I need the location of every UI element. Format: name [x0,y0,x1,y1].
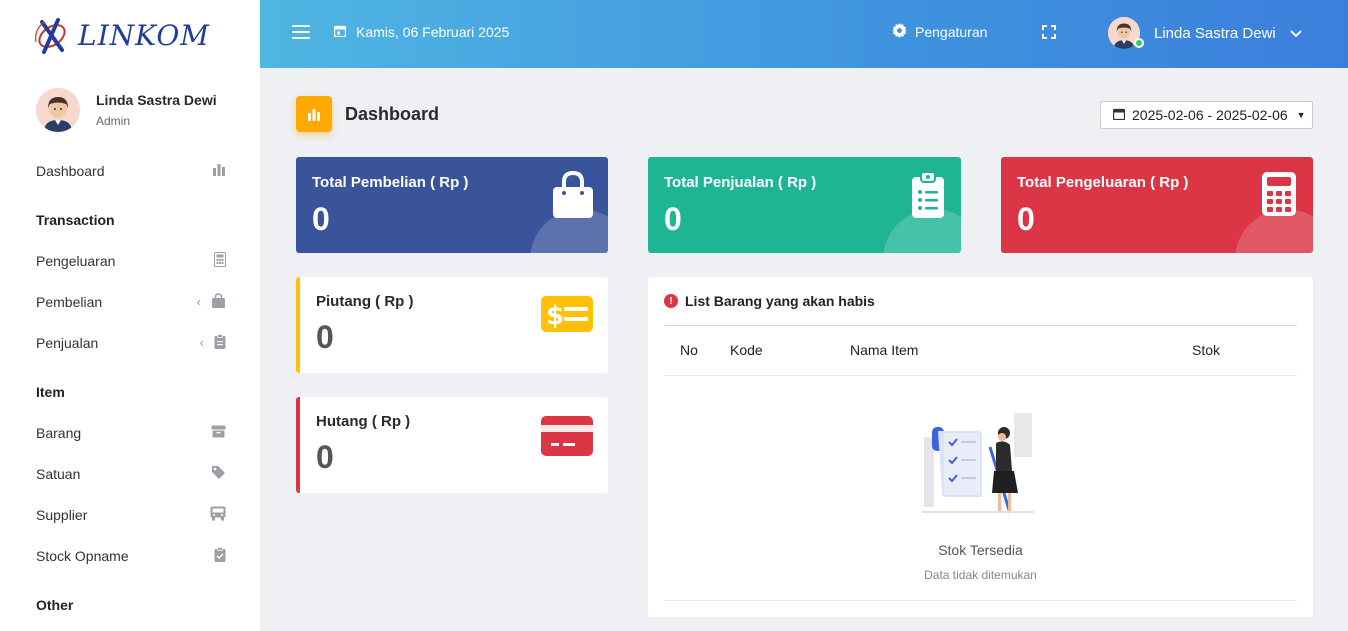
empty-state-subtitle: Data tidak ditemukan [924,568,1037,582]
page-title: Dashboard [345,103,440,124]
clipboard-check-icon [214,546,226,565]
card-value: 0 [1017,201,1035,237]
sidebar-profile: Linda Sastra Dewi Admin [36,88,217,132]
sidebar-item-stock-opname[interactable]: Stock Opname [36,535,226,576]
card-total-pembelian: Total Pembelian ( Rp ) 0 [296,157,608,253]
sidebar-item-supplier[interactable]: Supplier [36,494,226,535]
bar-chart-icon [296,96,332,132]
settings-label: Pengaturan [915,24,988,40]
bar-chart-icon [212,162,226,179]
panel-title-text: List Barang yang akan habis [685,293,875,309]
shopping-bag-icon [552,170,594,224]
profile-name: Linda Sastra Dewi [96,92,217,108]
sidebar-section-other: Other [36,596,74,613]
svg-text:$: $ [546,301,564,331]
calculator-icon [1261,171,1297,222]
box-icon [211,425,226,441]
sidebar-item-satuan[interactable]: Satuan [36,453,226,494]
sidebar-menu: Dashboard Transaction Pengeluaran Pembel… [36,150,226,625]
brand-name: LINKOM [78,18,210,52]
card-label: Total Pengeluaran ( Rp ) [1017,174,1189,191]
sidebar-item-pengeluaran[interactable]: Pengeluaran [36,240,226,281]
column-header-no[interactable]: No [680,342,698,358]
card-hutang: Hutang ( Rp ) 0 [296,397,608,493]
card-label: Piutang ( Rp ) [316,293,414,310]
date-range-picker[interactable]: 2025-02-06 - 2025-02-06 ▼ [1100,101,1313,129]
settings-button[interactable]: Pengaturan [892,23,987,41]
column-header-nama-item[interactable]: Nama Item [850,342,918,358]
avatar [36,88,80,132]
brand-logo[interactable]: LINKOM [30,12,210,58]
date-range-text: 2025-02-06 - 2025-02-06 [1132,107,1288,123]
fullscreen-icon[interactable] [1042,25,1056,39]
header-date-text: Kamis, 06 Februari 2025 [356,24,510,40]
clipboard-icon [214,333,226,352]
shopping-bag-icon [211,292,226,311]
sidebar-item-label: Dashboard [36,162,105,179]
card-label: Hutang ( Rp ) [316,413,411,430]
gear-icon [892,23,907,41]
profile-role: Admin [96,114,131,128]
sidebar-item-label: Pembelian [36,293,103,310]
clipboard-list-icon [911,171,945,224]
top-header: Kamis, 06 Februari 2025 Pengaturan Linda… [260,0,1348,68]
column-header-kode[interactable]: Kode [730,342,763,358]
logo-mark-icon [30,12,76,58]
sidebar-item-penjualan[interactable]: Penjualan ‹ [36,322,226,363]
sidebar-item-label: Supplier [36,506,88,523]
online-status-indicator [1134,38,1144,48]
credit-card-icon [541,416,593,461]
sidebar-item-dashboard[interactable]: Dashboard [36,150,226,191]
card-total-pengeluaran: Total Pengeluaran ( Rp ) 0 [1001,157,1313,253]
empty-state-title: Stok Tersedia [938,542,1023,558]
low-stock-panel: ! List Barang yang akan habis No Kode Na… [648,277,1313,617]
chevron-down-icon [1290,25,1302,42]
card-value: 0 [316,319,334,355]
header-date: Kamis, 06 Februari 2025 [333,24,510,40]
chevron-left-icon: ‹ [199,335,204,350]
card-value: 0 [312,201,330,237]
calculator-icon [214,251,226,270]
sidebar-item-pembelian[interactable]: Pembelian ‹ [36,281,226,322]
empty-state-illustration [918,411,1038,521]
card-label: Total Pembelian ( Rp ) [312,174,469,191]
sidebar-item-barang[interactable]: Barang [36,412,226,453]
calendar-icon [333,24,347,40]
card-value: 0 [664,201,682,237]
sidebar-item-label: Pengeluaran [36,252,116,269]
card-piutang: Piutang ( Rp ) 0 $ [296,277,608,373]
user-name: Linda Sastra Dewi [1154,24,1276,42]
column-header-stok[interactable]: Stok [1192,342,1220,358]
sidebar-item-label: Satuan [36,465,81,482]
card-value: 0 [316,439,334,475]
alert-icon: ! [664,294,678,308]
calendar-icon [1112,107,1126,123]
menu-toggle-icon[interactable] [292,25,310,39]
page-header: Dashboard [296,96,439,132]
money-icon: $ [541,296,593,337]
sidebar: LINKOM Linda Sastra Dewi Admin Dashboard [0,0,260,631]
caret-down-icon: ▼ [1296,110,1306,120]
truck-icon [210,506,226,524]
sidebar-section-item: Item [36,383,65,400]
panel-title: ! List Barang yang akan habis [664,293,875,309]
sidebar-section-transaction: Transaction [36,211,115,228]
chevron-left-icon: ‹ [196,294,201,309]
card-total-penjualan: Total Penjualan ( Rp ) 0 [648,157,961,253]
sidebar-item-label: Stock Opname [36,547,129,564]
sidebar-item-label: Penjualan [36,334,99,351]
card-label: Total Penjualan ( Rp ) [664,174,817,191]
tag-icon [211,465,226,483]
sidebar-item-label: Barang [36,424,82,441]
